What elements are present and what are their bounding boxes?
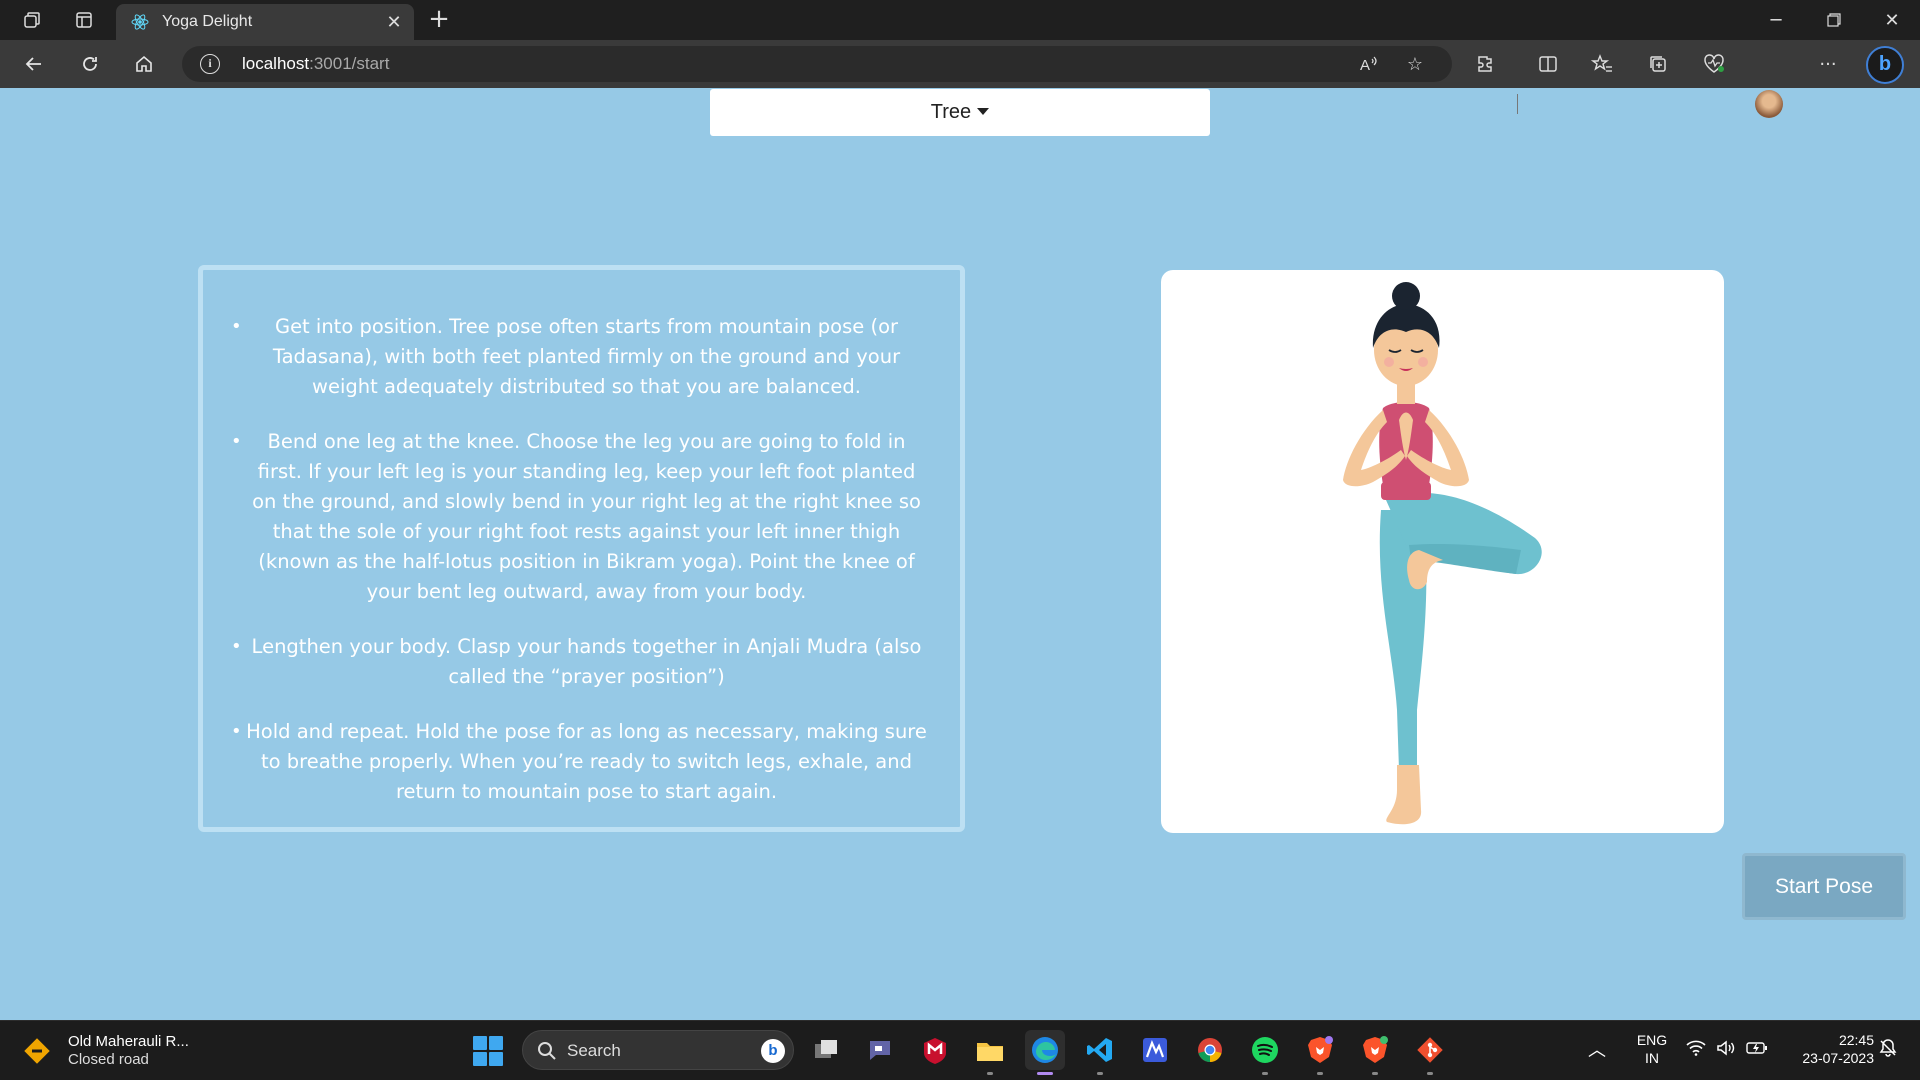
instruction-item: • Get into position. Tree pose often star… (231, 315, 901, 398)
chrome-icon[interactable] (1190, 1030, 1230, 1070)
windows-start-icon[interactable] (473, 1036, 503, 1066)
spotify-icon[interactable] (1245, 1030, 1285, 1075)
workspaces-icon[interactable] (16, 6, 48, 34)
pose-illustration (1161, 270, 1724, 833)
start-pose-button[interactable]: Start Pose (1742, 853, 1906, 920)
app-m-icon[interactable] (1135, 1030, 1175, 1070)
tab-title: Yoga Delight (162, 13, 253, 30)
vscode-icon[interactable] (1080, 1030, 1120, 1075)
clock[interactable]: 22:45 23-07-2023 (1784, 1031, 1874, 1067)
address-bar[interactable]: i localhost:3001/start A ☆ (182, 46, 1452, 82)
time-text: 22:45 (1838, 1032, 1874, 1048)
favorite-star-icon[interactable]: ☆ (1398, 52, 1432, 76)
file-explorer-icon[interactable] (970, 1030, 1010, 1075)
tree-pose-figure (1343, 282, 1542, 825)
brave-beta-icon[interactable] (1355, 1030, 1395, 1075)
collections-icon[interactable] (1640, 48, 1676, 80)
search-label: Search (567, 1041, 621, 1060)
edge-icon[interactable] (1025, 1030, 1065, 1075)
tab-yoga-delight[interactable]: Yoga Delight ✕ (116, 4, 414, 40)
back-button[interactable] (14, 48, 54, 80)
favorites-icon[interactable] (1584, 48, 1620, 80)
selected-pose-label: Tree (930, 101, 972, 123)
extensions-icon[interactable] (1468, 48, 1504, 80)
pose-dropdown[interactable]: Tree (710, 89, 1210, 136)
read-aloud-icon[interactable]: A (1352, 52, 1386, 76)
notifications-icon[interactable] (1878, 1038, 1898, 1063)
site-info-icon[interactable]: i (200, 54, 220, 74)
tab-bar: Yoga Delight ✕ + ─ ✕ (0, 0, 1920, 40)
tab-actions-icon[interactable] (68, 6, 100, 34)
taskbar-search[interactable]: Search b (522, 1030, 794, 1070)
more-options-icon[interactable]: ··· (1810, 48, 1846, 80)
bing-copilot-icon[interactable]: b (1866, 46, 1904, 84)
task-view-icon[interactable] (806, 1030, 846, 1070)
language-indicator[interactable]: ENG IN (1632, 1031, 1672, 1067)
instructions-panel: • Get into position. Tree pose often star… (198, 265, 965, 832)
search-icon (537, 1041, 557, 1065)
date-text: 23-07-2023 (1802, 1050, 1874, 1066)
instructions-list: • Get into position. Tree pose often star… (231, 312, 930, 807)
split-screen-icon[interactable] (1530, 48, 1566, 80)
battery-icon[interactable] (1746, 1040, 1768, 1061)
volume-icon[interactable] (1716, 1040, 1736, 1061)
react-icon (130, 12, 150, 32)
refresh-button[interactable] (70, 48, 110, 80)
mcafee-icon[interactable] (915, 1030, 955, 1070)
teams-chat-icon[interactable] (860, 1030, 900, 1070)
new-tab-button[interactable]: + (424, 6, 454, 34)
weather-widget[interactable]: Old Maherauli R... Closed road (22, 1033, 189, 1069)
url-text[interactable]: localhost:3001/start (242, 54, 389, 74)
browser-essentials-icon[interactable] (1696, 48, 1732, 80)
svg-text:A: A (1360, 57, 1370, 73)
toolbar-divider (1517, 94, 1518, 114)
close-tab-icon[interactable]: ✕ (384, 12, 404, 32)
profile-avatar[interactable] (1755, 90, 1783, 118)
minimize-button[interactable]: ─ (1748, 0, 1804, 40)
road-warning-icon (22, 1036, 52, 1066)
wifi-icon[interactable] (1686, 1040, 1706, 1061)
home-button[interactable] (124, 48, 164, 80)
close-window-button[interactable]: ✕ (1864, 0, 1920, 40)
instruction-item: • Bend one leg at the knee. Choose the le… (231, 430, 921, 603)
bing-search-icon: b (761, 1039, 785, 1063)
show-hidden-icons-chevron-icon[interactable]: ︿ (1588, 1036, 1606, 1062)
restore-button[interactable] (1806, 0, 1862, 40)
brave-icon[interactable] (1300, 1030, 1340, 1075)
address-toolbar: i localhost:3001/start A ☆ ··· b (0, 40, 1920, 118)
weather-title: Old Maherauli R... (68, 1033, 189, 1050)
git-icon[interactable] (1410, 1030, 1450, 1075)
weather-subtitle: Closed road (68, 1051, 149, 1068)
instruction-item: • Lengthen your body. Clasp your hands to… (231, 635, 922, 688)
instruction-item: • Hold and repeat. Hold the pose for as l… (231, 720, 927, 803)
dropdown-caret-icon (977, 108, 990, 115)
